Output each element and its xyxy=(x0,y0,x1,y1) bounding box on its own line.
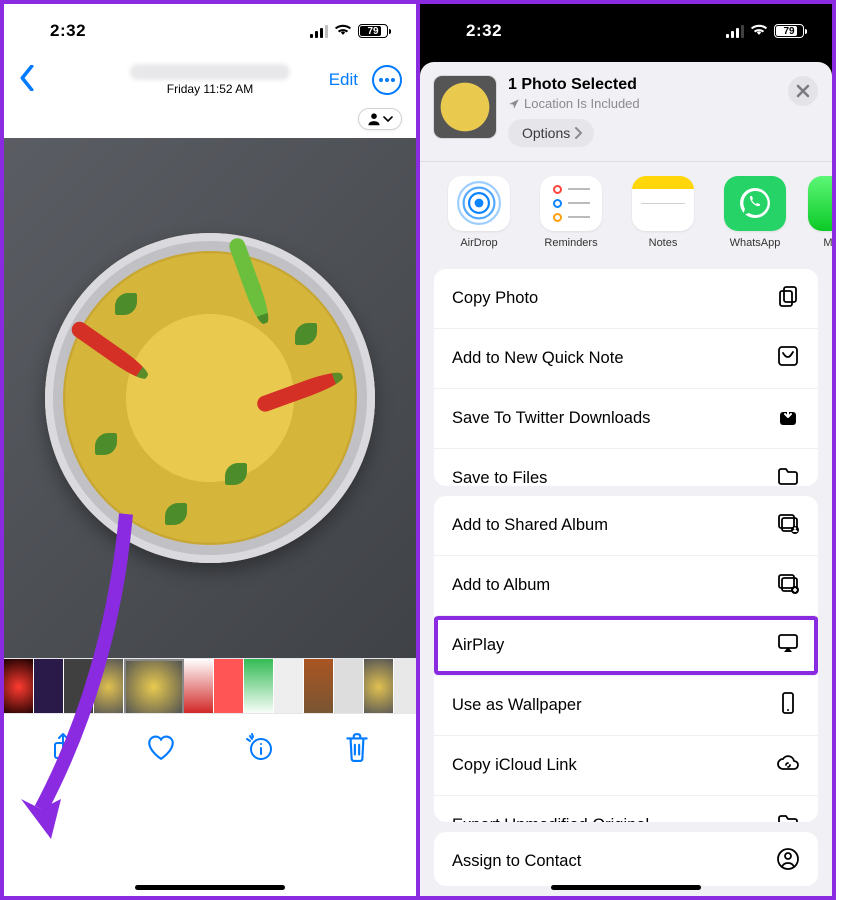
back-button[interactable] xyxy=(18,65,36,96)
wifi-icon xyxy=(750,22,768,41)
wifi-icon xyxy=(334,22,352,41)
photo-title-area: Friday 11:52 AM xyxy=(130,64,290,96)
status-bar: 2:32 79 xyxy=(4,4,416,58)
action-label: Add to Album xyxy=(452,576,550,595)
share-sheet-screen: 2:32 79 1 Photo Selected xyxy=(418,0,836,900)
action-group-3: Assign to Contact xyxy=(434,832,818,886)
action-label: Save To Twitter Downloads xyxy=(452,409,650,428)
action-twitter-dl[interactable]: Save To Twitter Downloads xyxy=(434,388,818,448)
app-whatsapp[interactable]: WhatsApp xyxy=(716,176,794,249)
redacted-title xyxy=(130,64,290,80)
home-indicator[interactable] xyxy=(135,885,285,890)
photo-timestamp: Friday 11:52 AM xyxy=(130,82,290,96)
photo-nav-bar: Friday 11:52 AM Edit xyxy=(4,58,416,102)
battery-icon: 79 xyxy=(358,24,388,38)
share-sheet-subtitle: Location Is Included xyxy=(508,96,640,111)
share-button[interactable] xyxy=(48,732,78,762)
action-save-files[interactable]: Save to Files xyxy=(434,448,818,486)
action-group-2: Add to Shared Album Add to Album AirPlay Us… xyxy=(434,496,818,822)
app-airdrop[interactable]: AirDrop xyxy=(440,176,518,249)
status-time: 2:32 xyxy=(50,21,86,41)
download-icon xyxy=(776,404,800,433)
share-apps-row[interactable]: AirDrop Reminders Notes xyxy=(420,162,832,259)
action-wallpaper[interactable]: Use as Wallpaper xyxy=(434,675,818,735)
action-label: AirPlay xyxy=(452,636,504,655)
location-icon xyxy=(508,98,520,110)
action-icloud-link[interactable]: Copy iCloud Link xyxy=(434,735,818,795)
action-label: Save to Files xyxy=(452,469,547,486)
action-label: Copy iCloud Link xyxy=(452,756,577,775)
action-shared-album[interactable]: Add to Shared Album xyxy=(434,496,818,555)
delete-button[interactable] xyxy=(342,732,372,762)
action-label: Export Unmodified Original xyxy=(452,816,649,822)
action-label: Add to New Quick Note xyxy=(452,349,624,368)
favorite-button[interactable] xyxy=(146,732,176,762)
share-sheet-header: 1 Photo Selected Location Is Included Op… xyxy=(420,62,832,157)
action-export-orig[interactable]: Export Unmodified Original xyxy=(434,795,818,822)
action-airplay[interactable]: AirPlay xyxy=(434,615,818,675)
airplay-icon xyxy=(776,631,800,660)
share-sheet-title: 1 Photo Selected xyxy=(508,76,640,94)
photos-app-screen: 2:32 79 xyxy=(0,0,418,900)
action-label: Use as Wallpaper xyxy=(452,696,582,715)
photo-content[interactable] xyxy=(4,138,416,658)
close-button[interactable] xyxy=(788,76,818,106)
album-shared-icon xyxy=(776,511,800,540)
action-quick-note[interactable]: Add to New Quick Note xyxy=(434,328,818,388)
copy-icon xyxy=(776,284,800,313)
more-button[interactable] xyxy=(372,65,402,95)
thumbnail-strip[interactable] xyxy=(4,658,416,714)
folder-icon xyxy=(776,464,800,486)
app-messages[interactable]: M xyxy=(808,176,832,249)
app-reminders[interactable]: Reminders xyxy=(532,176,610,249)
cellular-icon xyxy=(310,25,328,38)
battery-icon: 79 xyxy=(774,24,804,38)
selected-photo-thumbnail xyxy=(434,76,496,138)
contact-icon xyxy=(776,847,800,876)
status-bar: 2:32 79 xyxy=(420,4,832,58)
people-tag-button[interactable] xyxy=(358,108,402,130)
action-label: Assign to Contact xyxy=(452,852,581,871)
photo-toolbar xyxy=(4,714,416,780)
edit-button[interactable]: Edit xyxy=(329,70,358,90)
phone-icon xyxy=(776,691,800,720)
options-button[interactable]: Options xyxy=(508,119,594,147)
info-button[interactable] xyxy=(244,732,274,762)
action-label: Add to Shared Album xyxy=(452,516,608,535)
cloud-link-icon xyxy=(776,751,800,780)
status-time: 2:32 xyxy=(466,21,502,41)
folder-icon xyxy=(776,811,800,822)
home-indicator[interactable] xyxy=(551,885,701,890)
album-add-icon xyxy=(776,571,800,600)
status-indicators: 79 xyxy=(726,22,804,41)
cellular-icon xyxy=(726,25,744,38)
status-indicators: 79 xyxy=(310,22,388,41)
share-sheet: 1 Photo Selected Location Is Included Op… xyxy=(420,62,832,896)
action-add-album[interactable]: Add to Album xyxy=(434,555,818,615)
action-group-1: Copy Photo Add to New Quick Note Save To T… xyxy=(434,269,818,486)
action-label: Copy Photo xyxy=(452,289,538,308)
action-copy-photo[interactable]: Copy Photo xyxy=(434,269,818,328)
action-assign-contact[interactable]: Assign to Contact xyxy=(434,832,818,886)
quicknote-icon xyxy=(776,344,800,373)
app-notes[interactable]: Notes xyxy=(624,176,702,249)
